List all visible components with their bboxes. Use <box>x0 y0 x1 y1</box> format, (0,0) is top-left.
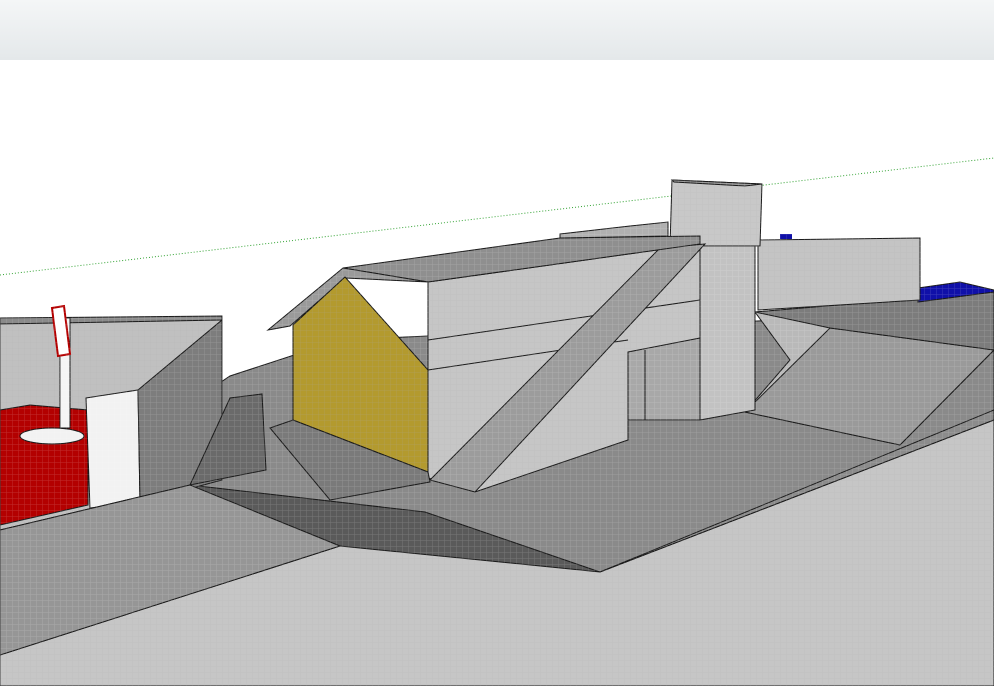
modeling-app-window <box>0 0 994 686</box>
toolbar-area <box>0 0 994 61</box>
post-base <box>19 427 85 445</box>
tower-front <box>699 245 756 421</box>
roof-parapet <box>559 221 669 239</box>
red-surface <box>0 404 89 526</box>
3d-viewport[interactable] <box>0 60 994 686</box>
white-block <box>85 389 141 509</box>
scene-drawing <box>0 60 994 686</box>
blue-marker <box>780 234 792 239</box>
recessed-entrance <box>627 337 701 421</box>
